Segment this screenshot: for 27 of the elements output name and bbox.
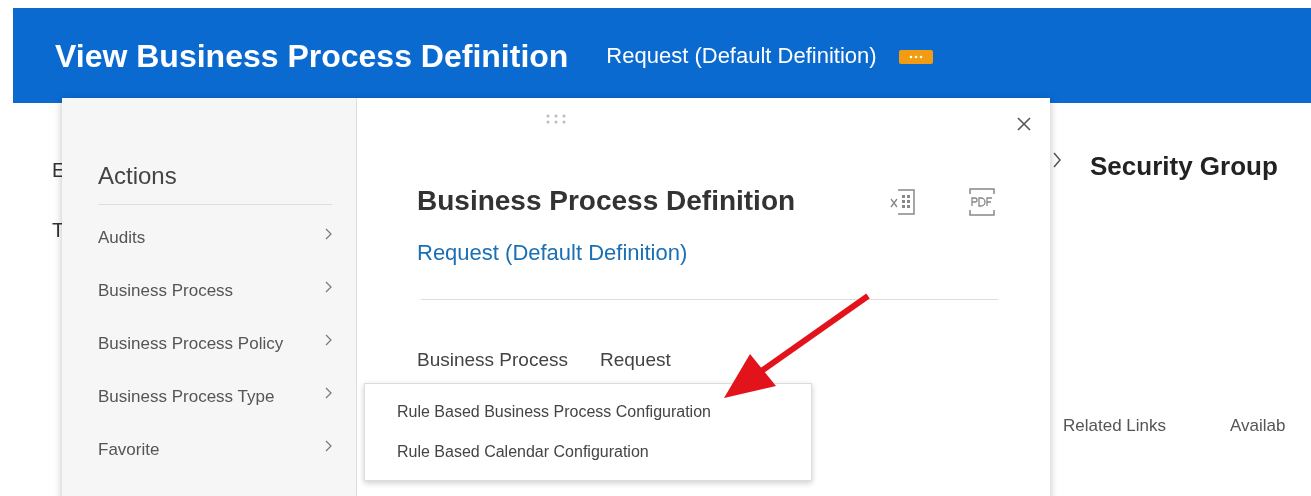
tab[interactable]: Availab	[1230, 413, 1286, 439]
menu-title: Actions	[98, 158, 332, 205]
pdf-export-icon[interactable]	[966, 186, 998, 218]
related-actions-button[interactable]	[898, 49, 933, 64]
menu-item[interactable]: Business Process Type	[98, 384, 332, 437]
menu-item[interactable]: Business Process	[98, 278, 332, 331]
more-icon	[907, 54, 924, 59]
close-icon	[1016, 116, 1032, 132]
page-title: View Business Process Definition	[55, 36, 569, 76]
chevron-icon	[1052, 151, 1062, 169]
page-subtitle: Request (Default Definition)	[606, 42, 877, 70]
chevron-icon	[325, 281, 332, 293]
chevron-icon	[325, 387, 332, 399]
panel-title: Business Process Definition	[417, 184, 796, 218]
tab[interactable]: Related Links	[1063, 413, 1166, 439]
section-heading: Security Group	[1090, 150, 1278, 183]
chevron-icon	[325, 228, 332, 240]
chevron-icon	[325, 440, 332, 452]
field-value: Request	[600, 348, 671, 372]
menu-item[interactable]: Business Process Policy	[98, 331, 332, 384]
chevron-icon	[325, 334, 332, 346]
menu-item[interactable]: Audits	[98, 225, 332, 278]
field-label: Business Process	[417, 348, 568, 372]
definition-link[interactable]: Request (Default Definition)	[417, 236, 688, 269]
menu-item[interactable]: Favorite	[98, 437, 332, 490]
submenu-item[interactable]: Rule Based Business Process Configuration	[365, 392, 811, 432]
submenu-item[interactable]: Rule Based Calendar Configuration	[365, 432, 811, 472]
